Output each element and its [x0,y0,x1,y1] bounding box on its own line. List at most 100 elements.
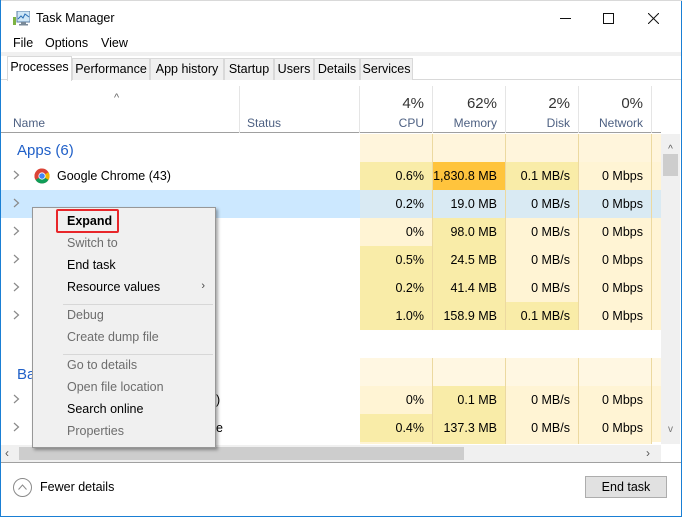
network-cell: 0 Mbps [579,190,652,218]
network-total-percent: 0% [621,95,643,112]
context-menu-item-resource-values[interactable]: Resource values [67,280,160,294]
close-icon [647,12,659,24]
tab-services[interactable]: Services [360,58,413,80]
row-filler [652,218,661,246]
memory-total-percent: 62% [466,95,497,112]
row-filler [652,414,661,442]
tab-processes[interactable]: Processes [7,56,72,81]
column-status-label: Status [247,116,282,130]
horizontal-scroll-thumb[interactable] [19,447,464,460]
memory-cell: 98.0 MB [433,218,506,246]
memory-cell: 1,830.8 MB [433,162,506,190]
maximize-button[interactable] [585,0,631,36]
menu-file[interactable]: File [13,36,33,50]
disk-cell: 0 MB/s [506,218,579,246]
task-manager-app-icon [13,11,30,26]
column-network-label: Network [598,116,643,130]
tab-bar: Processes Performance App history Startu… [1,56,681,81]
column-header-memory[interactable]: 62% Memory [433,86,506,133]
fewer-details-toggle[interactable]: Fewer details [13,477,114,497]
cpu-cell: 0.5% [360,246,433,274]
network-cell: 0 Mbps [579,218,652,246]
cpu-total-percent: 4% [402,95,424,112]
disk-cell: 0.1 MB/s [506,162,579,190]
cpu-cell: 0.4% [360,414,433,442]
expand-chevron-icon[interactable] [13,197,23,209]
row-filler [652,190,661,218]
context-menu-item-search-online[interactable]: Search online [67,402,143,416]
disk-total-percent: 2% [548,95,570,112]
context-menu-item-create-dump-file: Create dump file [67,330,159,344]
group-title-apps: Apps (6) [17,142,74,159]
minimize-icon [559,17,571,19]
network-cell: 0 Mbps [579,162,652,190]
column-header-status[interactable]: Status [240,86,360,133]
scroll-down-arrow-icon[interactable]: v [661,424,680,438]
vertical-scrollbar[interactable]: ^ v [661,134,680,444]
sort-ascending-icon: ^ [114,92,120,104]
submenu-arrow-icon: › [201,280,205,292]
scroll-right-arrow-icon[interactable]: › [646,446,650,460]
network-cell: 0 Mbps [579,246,652,274]
expand-chevron-icon[interactable] [13,253,23,265]
disk-cell: 0.1 MB/s [506,302,579,330]
vertical-scroll-thumb[interactable] [663,154,678,176]
tab-startup[interactable]: Startup [224,58,274,80]
disk-cell: 0 MB/s [506,274,579,302]
end-task-button[interactable]: End task [585,476,667,498]
maximize-icon [602,12,614,24]
menu-view[interactable]: View [101,36,128,50]
chrome-icon [34,168,50,184]
process-name: ) [216,393,221,407]
footer-divider [1,462,681,463]
memory-cell: 0.1 MB [433,386,506,414]
row-filler [652,246,661,274]
tab-performance[interactable]: Performance [72,58,150,80]
disk-cell: 0 MB/s [506,246,579,274]
expand-chevron-icon[interactable] [13,281,23,293]
fewer-details-label: Fewer details [40,480,115,494]
table-row[interactable]: Google Chrome (43) 0.6% 1,830.8 MB 0.1 MB/s… [1,162,661,190]
context-menu-item-properties: Properties [67,424,124,438]
context-menu-item-go-to-details: Go to details [67,358,138,372]
context-menu-separator [63,304,213,305]
close-button[interactable] [630,0,676,36]
cpu-cell: 0% [360,218,433,246]
expand-chevron-icon[interactable] [13,393,23,405]
memory-cell: 137.3 MB [433,414,506,442]
title-bar[interactable]: Task Manager [1,0,681,36]
network-cell: 0 Mbps [579,414,652,442]
column-header: ^ Name Status 4% CPU 62% Memory 2% Disk … [1,86,661,133]
cpu-cell: 1.0% [360,302,433,330]
task-manager-window: Task Manager File Options View Processes… [0,0,682,517]
column-memory-label: Memory [453,116,497,130]
scroll-up-arrow-icon[interactable]: ^ [661,144,680,155]
column-cpu-label: CPU [398,116,424,130]
tab-users[interactable]: Users [274,58,314,80]
row-name-cell[interactable]: Google Chrome (43) [1,162,360,190]
column-header-network[interactable]: 0% Network [579,86,652,133]
row-filler [652,386,661,414]
column-header-disk[interactable]: 2% Disk [506,86,579,133]
context-menu-item-end-task[interactable]: End task [67,258,116,272]
expand-chevron-icon[interactable] [13,309,23,321]
process-name: e [216,421,223,435]
tab-details[interactable]: Details [314,58,360,80]
cpu-cell: 0% [360,386,433,414]
expand-chevron-icon[interactable] [13,421,23,433]
column-disk-label: Disk [546,116,570,130]
scroll-left-arrow-icon[interactable]: ‹ [5,446,9,460]
column-header-name[interactable]: ^ Name [1,86,240,133]
context-menu-separator [63,354,213,355]
tab-app-history[interactable]: App history [150,58,224,80]
expand-chevron-icon[interactable] [13,169,23,181]
minimize-button[interactable] [542,0,588,36]
disk-cell: 0 MB/s [506,414,579,442]
disk-cell: 0 MB/s [506,386,579,414]
network-cell: 0 Mbps [579,274,652,302]
context-menu-item-open-file-location: Open file location [67,380,164,394]
column-header-cpu[interactable]: 4% CPU [360,86,433,133]
expand-chevron-icon[interactable] [13,225,23,237]
cpu-cell: 0.2% [360,274,433,302]
menu-options[interactable]: Options [45,36,88,50]
